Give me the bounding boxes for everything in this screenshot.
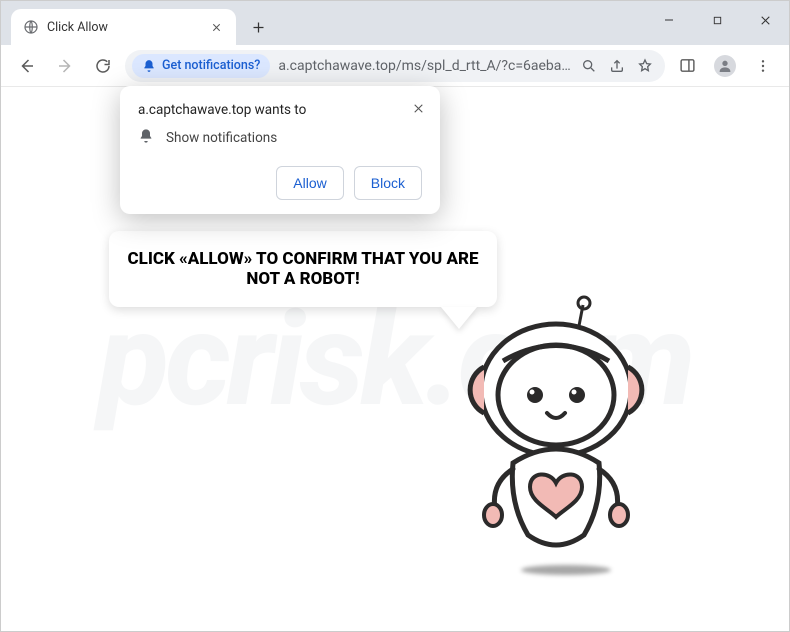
notification-chip-label: Get notifications?: [162, 58, 260, 73]
tab-close-button[interactable]: [208, 19, 224, 35]
bookmark-star-icon[interactable]: [632, 50, 658, 82]
share-icon[interactable]: [604, 50, 630, 82]
new-tab-button[interactable]: [244, 13, 272, 41]
nav-back-button[interactable]: [11, 50, 43, 82]
robot-shadow: [521, 565, 611, 575]
profile-avatar[interactable]: [709, 50, 741, 82]
browser-tab[interactable]: Click Allow: [11, 9, 236, 45]
block-button[interactable]: Block: [354, 166, 422, 200]
speech-bubble-text: CLICK «ALLOW» TO CONFIRM THAT YOU ARE NO…: [127, 249, 478, 289]
permission-capability-text: Show notifications: [166, 130, 277, 146]
notification-permission-popup: a.captchawave.top wants to Show notifica…: [120, 86, 440, 214]
reload-button[interactable]: [87, 50, 119, 82]
allow-button[interactable]: Allow: [276, 166, 343, 200]
globe-icon: [23, 19, 39, 35]
bell-icon: [138, 128, 154, 148]
kebab-menu-icon[interactable]: [747, 50, 779, 82]
tab-title: Click Allow: [47, 20, 200, 35]
window-minimize-button[interactable]: [645, 1, 693, 39]
side-panel-icon[interactable]: [671, 50, 703, 82]
notification-chip[interactable]: Get notifications?: [132, 54, 270, 78]
window-close-button[interactable]: [741, 1, 789, 39]
bell-icon: [142, 59, 156, 73]
nav-forward-button[interactable]: [49, 50, 81, 82]
permission-origin-text: a.captchawave.top wants to: [138, 102, 422, 118]
robot-illustration: [431, 295, 681, 595]
window-maximize-button[interactable]: [693, 1, 741, 39]
permission-close-button[interactable]: [406, 96, 430, 120]
url-text: a.captchawave.top/ms/spl_d_rtt_A/?c=6aeb…: [272, 58, 574, 74]
zoom-icon[interactable]: [576, 50, 602, 82]
address-bar[interactable]: Get notifications? a.captchawave.top/ms/…: [125, 50, 665, 82]
